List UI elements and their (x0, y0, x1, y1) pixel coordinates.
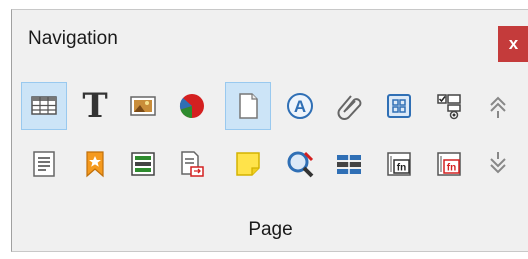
images-icon[interactable] (120, 82, 166, 130)
form-controls-icon[interactable] (426, 82, 472, 130)
close-button[interactable]: x (498, 26, 528, 62)
svg-text:A: A (294, 97, 306, 116)
paragraph-icon[interactable] (21, 140, 67, 188)
indexes-icon[interactable] (277, 140, 323, 188)
endnotes-icon[interactable]: fn (426, 140, 472, 188)
pages-icon[interactable] (225, 82, 271, 130)
sections-icon[interactable] (120, 140, 166, 188)
styles-icon[interactable]: A (277, 82, 323, 130)
panel-title: Navigation (28, 28, 118, 49)
previous-up-icon[interactable] (475, 82, 521, 130)
links-icon[interactable] (326, 82, 372, 130)
tables-icon[interactable] (21, 82, 67, 130)
fields-icon[interactable] (326, 140, 372, 188)
svg-text:fn: fn (397, 163, 406, 174)
next-down-icon[interactable] (475, 140, 521, 188)
comments-icon[interactable] (225, 140, 271, 188)
svg-text:fn: fn (447, 163, 456, 174)
footnotes-icon[interactable]: fn (376, 140, 422, 188)
ole-objects-icon[interactable] (169, 82, 215, 130)
bookmarks-icon[interactable] (72, 140, 118, 188)
headings-icon[interactable] (169, 140, 215, 188)
navigation-panel: Navigation x T A fn fn Page (11, 9, 528, 252)
footer-label: Page (248, 219, 293, 240)
close-icon: x (508, 34, 519, 53)
text-frames-icon[interactable]: T (72, 82, 118, 130)
frames-icon[interactable] (376, 82, 422, 130)
